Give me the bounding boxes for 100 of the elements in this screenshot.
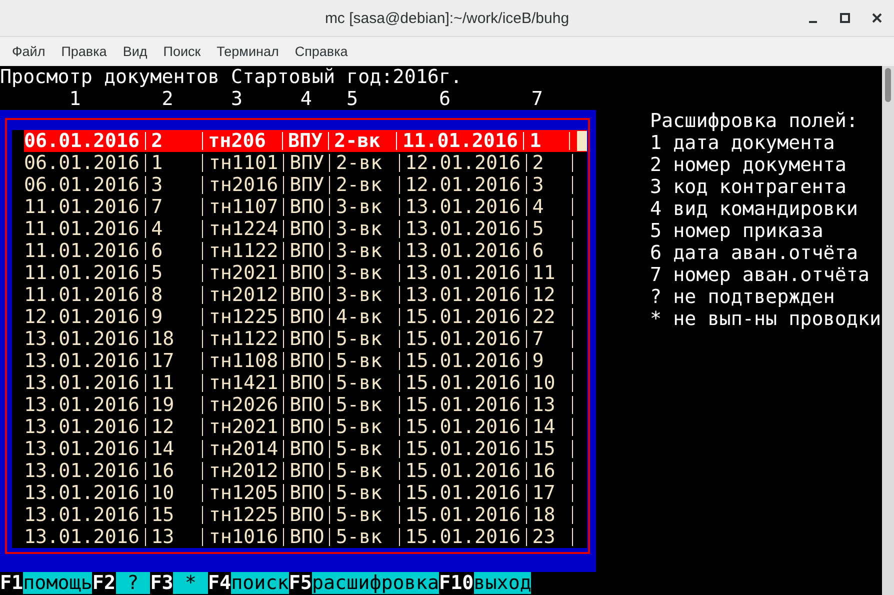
table-cell: 3-вк (324, 218, 394, 240)
table-row[interactable]: 13.01.2016 19 тн2026 ВПО 5-вк 15.01.2016 13 (24, 394, 587, 416)
table-cell: 15 (140, 504, 198, 526)
table-row[interactable]: 13.01.2016 12 тн2021 ВПО 5-вк 15.01.2016 14 (24, 416, 587, 438)
menu-item[interactable]: Терминал (208, 44, 287, 59)
table-cell: 15.01.2016 (394, 482, 521, 504)
table-cell: 5 (140, 262, 198, 284)
table-cell: тн1122 (197, 240, 278, 262)
table-cell: ВПО (278, 328, 324, 350)
table-cell: 1 (140, 152, 198, 174)
table-row[interactable]: 13.01.2016 15 тн1225 ВПО 5-вк 15.01.2016 18 (24, 504, 587, 526)
table-row[interactable]: 12.01.2016 9 тн1225 ВПО 4-вк 15.01.2016 22 (24, 306, 587, 328)
table-row[interactable]: 13.01.2016 14 тн2014 ВПО 5-вк 15.01.2016 15 (24, 438, 587, 460)
table-cell: 16 (520, 460, 567, 482)
table-cell: ВПО (278, 482, 324, 504)
table-cell: 15 (520, 438, 567, 460)
table-cell: 5-вк (324, 394, 394, 416)
table-row[interactable]: 11.01.2016 5 тн2021 ВПО 3-вк 13.01.2016 11 (24, 262, 587, 284)
table-row[interactable]: 11.01.2016 7 тн1107 ВПО 3-вк 13.01.2016 4 (24, 196, 587, 218)
table-cell: 15.01.2016 (394, 350, 521, 372)
maximize-icon[interactable] (838, 11, 852, 25)
key-action[interactable]: ? (116, 572, 150, 594)
scroll-thumb[interactable] (885, 68, 891, 102)
table-row[interactable]: 06.01.2016 1 тн1101 ВПУ 2-вк 12.01.2016 2 (24, 152, 587, 174)
table-cell: 14 (140, 438, 198, 460)
table-cell: 13.01.2016 (24, 526, 140, 548)
table-cell: тн1122 (197, 328, 278, 350)
menu-item[interactable]: Вид (114, 44, 156, 59)
function-key: F3 (150, 572, 174, 594)
table-cell: 13.01.2016 (24, 482, 140, 504)
key-action[interactable]: помощь (23, 572, 92, 594)
table-cell: тн2012 (197, 284, 278, 306)
table-cell: 15.01.2016 (394, 460, 521, 482)
table-cell: ВПО (278, 394, 324, 416)
table-cell: 13 (140, 526, 198, 548)
table-cell: 5-вк (324, 416, 394, 438)
table-cell: 6 (520, 240, 567, 262)
table-cell: 11.01.2016 (24, 218, 140, 240)
function-key: F5 (288, 572, 312, 594)
table-cell: тн1225 (197, 306, 278, 328)
menu-item[interactable]: Справка (286, 44, 356, 59)
table-cell: 13.01.2016 (394, 240, 521, 262)
table-cell: 13.01.2016 (24, 460, 140, 482)
table-row[interactable]: 13.01.2016 17 тн1108 ВПО 5-вк 15.01.2016 9 (24, 350, 587, 372)
table-cell: тн2012 (197, 460, 278, 482)
table-cell: 1 (518, 130, 564, 152)
table-row[interactable]: 11.01.2016 6 тн1122 ВПО 3-вк 13.01.2016 6 (24, 240, 587, 262)
table-cell: 15.01.2016 (394, 328, 521, 350)
table-row[interactable]: 06.01.2016 2 тн206 ВПУ 2-вк 11.01.2016 1 (24, 130, 587, 152)
table-cell: 5-вк (324, 328, 394, 350)
table-cell: 7 (140, 196, 198, 218)
table-row[interactable]: 13.01.2016 13 тн1016 ВПО 5-вк 15.01.2016 23 (24, 526, 587, 548)
table-cell: тн1016 (197, 526, 278, 548)
close-icon[interactable] (870, 11, 884, 25)
menu-item[interactable]: Поиск (155, 44, 209, 59)
table-row[interactable]: 13.01.2016 16 тн2012 ВПО 5-вк 15.01.2016 16 (24, 460, 587, 482)
table-cell: тн1224 (197, 218, 278, 240)
table-cell: 8 (140, 284, 198, 306)
table-row[interactable]: 06.01.2016 3 тн2016 ВПУ 2-вк 12.01.2016 3 (24, 174, 587, 196)
table-cell: 5-вк (324, 482, 394, 504)
table-row[interactable]: 13.01.2016 11 тн1421 ВПО 5-вк 15.01.2016 10 (24, 372, 587, 394)
table-cell: тн1421 (197, 372, 278, 394)
table-row[interactable]: 13.01.2016 10 тн1205 ВПО 5-вк 15.01.2016 17 (24, 482, 587, 504)
table-cell: 11.01.2016 (24, 240, 140, 262)
key-action[interactable]: выход (474, 572, 532, 594)
table-cell: тн2021 (197, 416, 278, 438)
window-title: mc [sasa@debian]:~/work/iceB/buhg (324, 10, 570, 26)
table-row[interactable]: 13.01.2016 18 тн1122 ВПО 5-вк 15.01.2016 7 (24, 328, 587, 350)
legend-line: 5 номер приказа (650, 220, 824, 242)
table-cell: ВПО (278, 526, 324, 548)
table-row[interactable]: 11.01.2016 4 тн1224 ВПО 3-вк 13.01.2016 5 (24, 218, 587, 240)
table-cell: 15.01.2016 (394, 306, 521, 328)
table-cell: тн2026 (197, 394, 278, 416)
menu-item[interactable]: Правка (53, 44, 115, 59)
function-key: F4 (208, 572, 232, 594)
table-row[interactable]: 11.01.2016 8 тн2012 ВПО 3-вк 13.01.2016 12 (24, 284, 587, 306)
scrollbar[interactable] (882, 66, 894, 595)
table-cell: 5-вк (324, 526, 394, 548)
table-cell: тн1225 (197, 504, 278, 526)
table-cell: 10 (520, 372, 567, 394)
table-cell: 12.01.2016 (394, 174, 521, 196)
legend-line: Расшифровка полей: (650, 110, 859, 132)
key-action[interactable]: поиск (231, 572, 289, 594)
legend-line: 4 вид командировки (650, 198, 859, 220)
table-cell: 13.01.2016 (24, 328, 140, 350)
table-cell: 15.01.2016 (394, 372, 521, 394)
table-cell: 2 (140, 130, 197, 152)
table-cell: ВПО (278, 306, 324, 328)
key-action[interactable]: * (173, 572, 208, 594)
table-cell: 3 (520, 174, 567, 196)
table-cell: 12 (140, 416, 198, 438)
table-cell: 13.01.2016 (394, 196, 521, 218)
table-cell: тн1101 (197, 152, 278, 174)
menu-item[interactable]: Файл (4, 44, 54, 59)
key-action[interactable]: расшифровка (312, 572, 440, 594)
table-cell: ВПО (278, 240, 324, 262)
table-cell: ВПО (278, 460, 324, 482)
table-cell: ВПУ (278, 174, 324, 196)
table-cell: 13.01.2016 (394, 284, 521, 306)
table-cell: 13.01.2016 (24, 504, 140, 526)
